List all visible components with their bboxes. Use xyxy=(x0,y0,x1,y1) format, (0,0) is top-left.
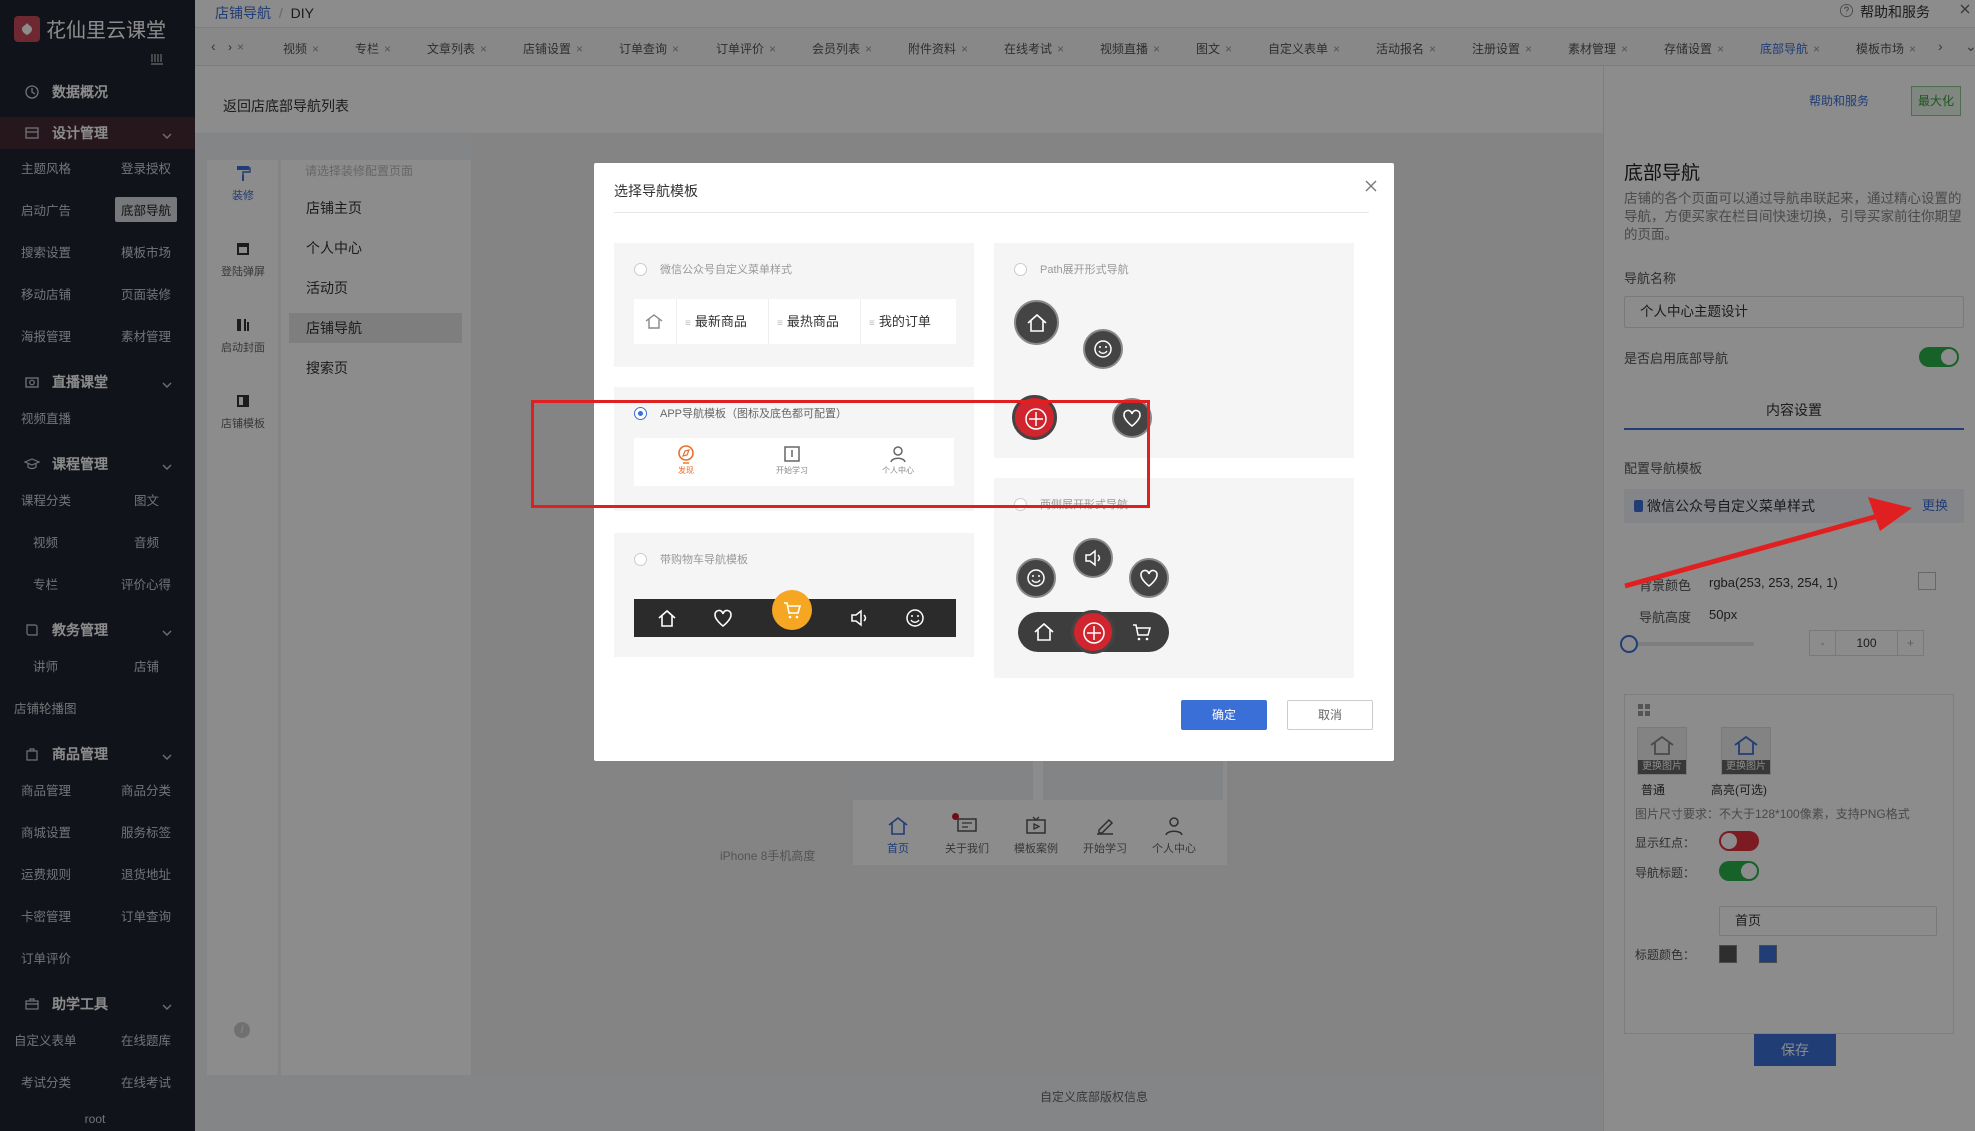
smile-icon xyxy=(1025,567,1047,589)
option-label: 带购物车导航模板 xyxy=(660,554,748,566)
wechat-menu-label: 我的订单 xyxy=(878,314,931,329)
plus-circle-icon xyxy=(1082,621,1106,645)
template-option-cart[interactable]: 带购物车导航模板 xyxy=(614,533,974,657)
option-label: Path展开形式导航 xyxy=(1040,264,1129,276)
template-option-sides[interactable]: 两侧展开形式导航 xyxy=(994,478,1354,678)
sides-speaker-button xyxy=(1073,538,1113,578)
cart-nav-preview xyxy=(634,590,956,637)
wechat-menu-label: 最热商品 xyxy=(786,314,839,329)
sides-pill-bar xyxy=(1018,610,1169,654)
heart-icon xyxy=(1138,567,1160,589)
home-icon xyxy=(1025,311,1049,335)
sides-plus-button xyxy=(1071,610,1115,654)
cancel-button[interactable]: 取消 xyxy=(1287,700,1373,730)
path-smile-button xyxy=(1083,329,1123,369)
annotation-highlight-box xyxy=(531,400,1150,508)
wechat-menu-item: ≡ 最新商品 xyxy=(676,299,747,344)
divider xyxy=(614,212,1369,213)
confirm-button[interactable]: 确定 xyxy=(1181,700,1267,730)
cart-icon xyxy=(1130,620,1154,644)
radio-cart[interactable] xyxy=(634,553,647,566)
cart-button xyxy=(772,590,812,630)
home-icon xyxy=(1032,620,1056,644)
home-icon xyxy=(656,607,678,629)
path-home-button xyxy=(1014,300,1059,345)
wechat-menu-item: ≡ 我的订单 xyxy=(860,299,931,344)
wechat-menu-item: ≡ 最热商品 xyxy=(768,299,839,344)
cart-icon xyxy=(781,599,803,621)
home-icon xyxy=(644,312,664,333)
wechat-menu-preview: ≡ 最新商品 ≡ 最热商品 ≡ 我的订单 xyxy=(634,299,956,344)
smile-icon xyxy=(904,607,926,629)
heart-icon xyxy=(712,607,734,629)
speaker-icon xyxy=(848,607,870,629)
radio-path[interactable] xyxy=(1014,263,1027,276)
speaker-icon xyxy=(1082,547,1104,569)
option-label: 微信公众号自定义菜单样式 xyxy=(660,264,792,276)
radio-wechat[interactable] xyxy=(634,263,647,276)
wechat-menu-label: 最新商品 xyxy=(694,314,747,329)
sides-smile-button xyxy=(1016,558,1056,598)
dialog-title: 选择导航模板 xyxy=(614,183,698,199)
smile-icon xyxy=(1092,338,1114,360)
sides-heart-button xyxy=(1129,558,1169,598)
close-icon[interactable] xyxy=(1364,179,1378,193)
template-option-wechat[interactable]: 微信公众号自定义菜单样式 ≡ 最新商品 ≡ 最热商品 ≡ 我的订单 xyxy=(614,243,974,367)
